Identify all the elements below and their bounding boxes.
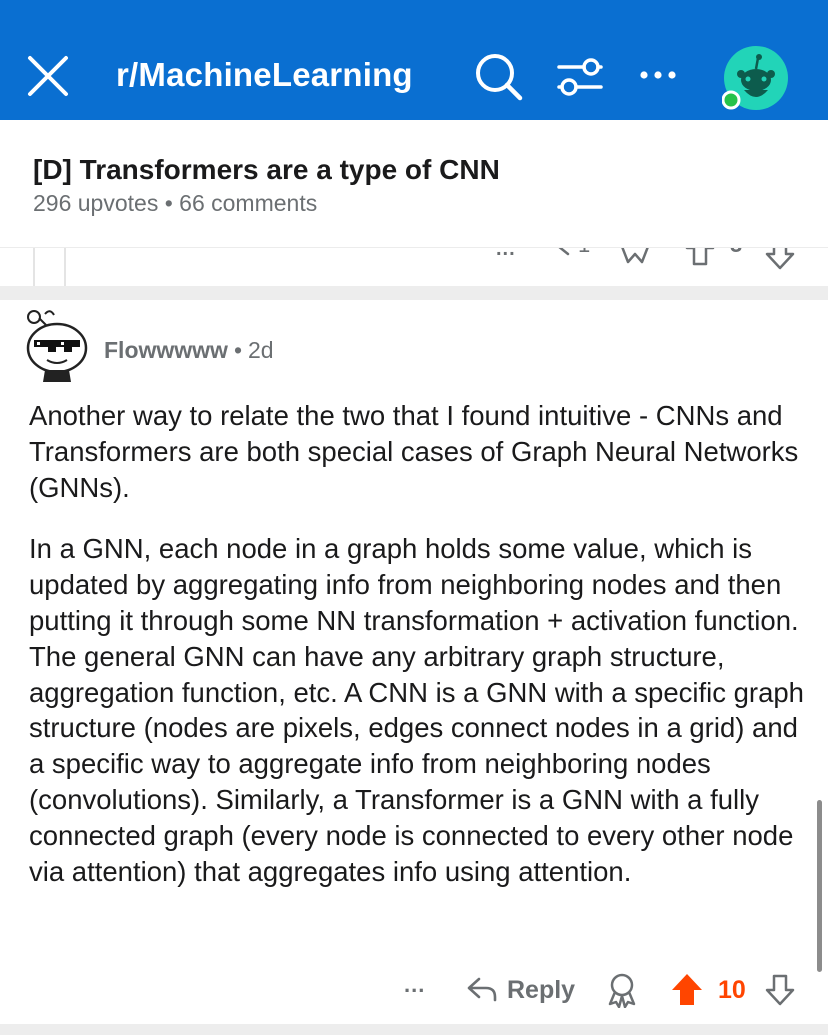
meta-dot: • bbox=[233, 337, 243, 363]
prev-more-button[interactable]: ... bbox=[496, 248, 516, 261]
commenter-avatar[interactable] bbox=[23, 306, 91, 382]
comment-body: Another way to relate the two that I fou… bbox=[29, 398, 809, 915]
filter-icon[interactable] bbox=[556, 55, 604, 99]
prev-award-icon[interactable] bbox=[618, 248, 652, 268]
close-icon[interactable] bbox=[26, 54, 70, 98]
comment-actions: ... Reply 10 bbox=[0, 970, 828, 1014]
previous-comment-actions: ... 1 3 bbox=[0, 248, 828, 286]
post-title[interactable]: [D] Transformers are a type of CNN bbox=[33, 154, 500, 186]
thread-line bbox=[64, 248, 66, 286]
reply-button[interactable]: Reply bbox=[507, 976, 575, 1005]
subreddit-name[interactable]: r/MachineLearning bbox=[116, 56, 413, 94]
comment-more-button[interactable]: ... bbox=[404, 972, 425, 998]
comment-author[interactable]: Flowwwww bbox=[104, 337, 228, 363]
prev-vote-count: 3 bbox=[730, 248, 742, 258]
upvote-icon[interactable] bbox=[670, 972, 704, 1006]
post-meta: 296 upvotes • 66 comments bbox=[33, 190, 318, 216]
prev-upvote-icon[interactable] bbox=[684, 248, 716, 268]
bottom-separator bbox=[0, 1024, 828, 1035]
award-icon[interactable] bbox=[606, 972, 638, 1009]
prev-downvote-icon[interactable] bbox=[764, 248, 796, 272]
top-bar: r/MachineLearning bbox=[0, 0, 828, 120]
prev-reply-count: 1 bbox=[578, 248, 590, 258]
user-avatar[interactable] bbox=[721, 44, 790, 112]
comment-paragraph: Another way to relate the two that I fou… bbox=[29, 400, 799, 503]
reply-icon[interactable] bbox=[466, 974, 498, 1004]
thread-line bbox=[33, 248, 35, 286]
scrollbar[interactable] bbox=[817, 800, 822, 972]
comment-paragraph: In a GNN, each node in a graph holds som… bbox=[29, 533, 804, 887]
comment-author-line: Flowwwww • 2d bbox=[104, 337, 274, 364]
comment-separator bbox=[0, 286, 828, 300]
comment-age: 2d bbox=[248, 337, 274, 363]
vote-count: 10 bbox=[718, 976, 746, 1004]
downvote-icon[interactable] bbox=[764, 974, 796, 1006]
search-icon[interactable] bbox=[474, 52, 524, 102]
more-icon[interactable] bbox=[638, 60, 682, 90]
